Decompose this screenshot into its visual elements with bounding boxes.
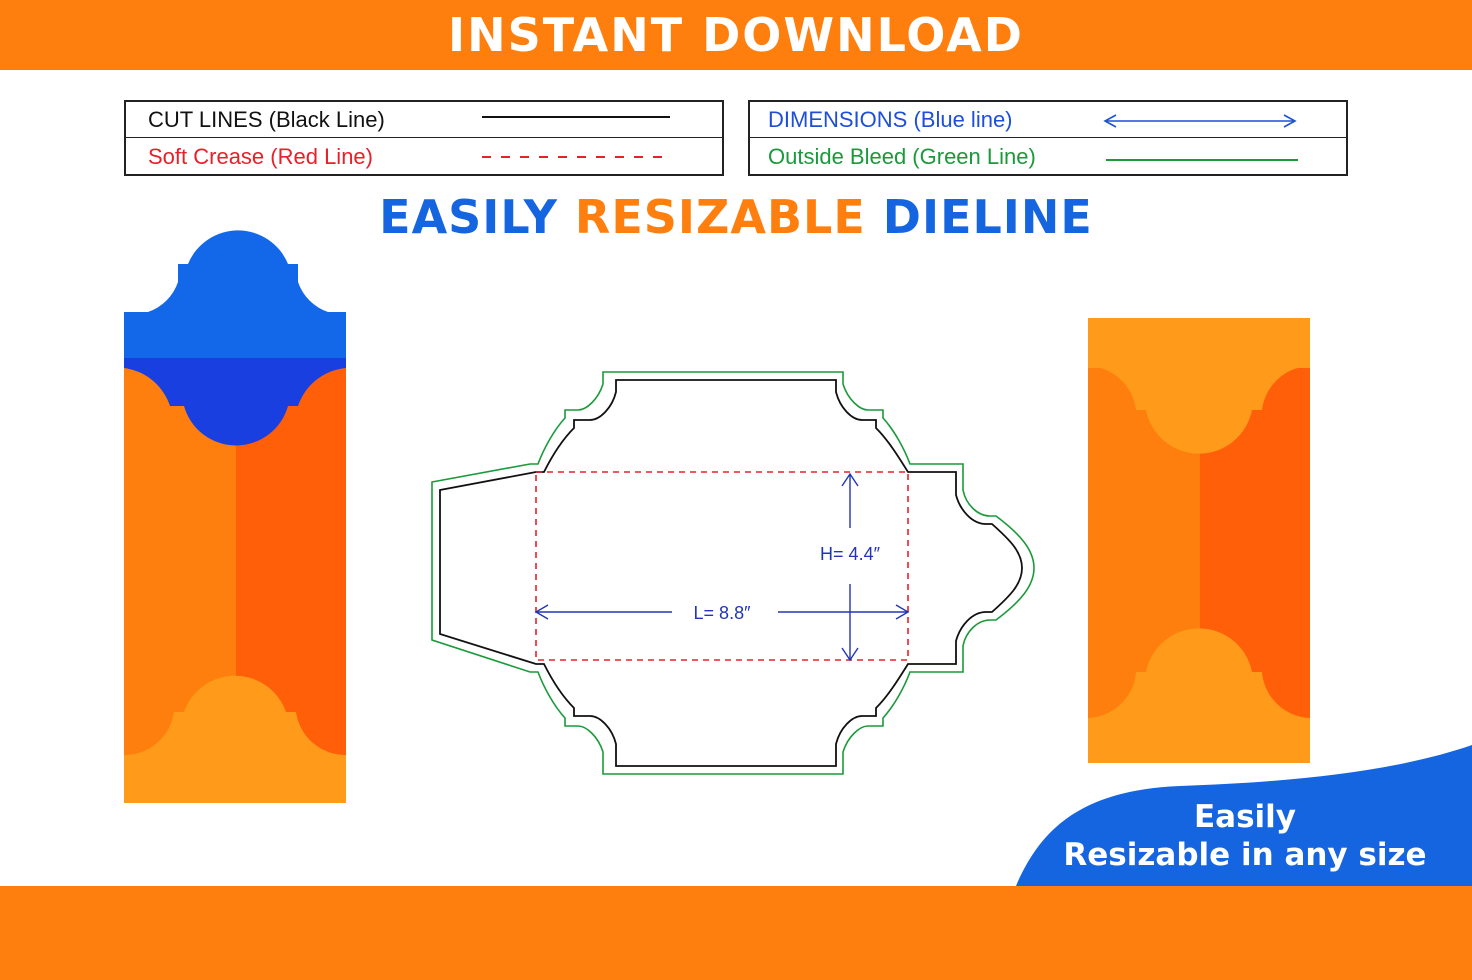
badge-line-1: Easily bbox=[1193, 799, 1296, 835]
height-dimension-arrow bbox=[841, 472, 859, 662]
length-label: L= 8.8″ bbox=[694, 603, 752, 623]
cut-line-outline bbox=[439, 379, 1023, 767]
blue-top-flap bbox=[124, 230, 346, 360]
legend-dimension-arrow-sample bbox=[1103, 114, 1297, 128]
dieline-template: H= 4.4″ L= 8.8″ bbox=[431, 371, 1035, 775]
box-mockup-left bbox=[124, 230, 346, 803]
crease-line-rectangle bbox=[535, 471, 909, 661]
box-mockup-right bbox=[1088, 318, 1310, 763]
height-label: H= 4.4″ bbox=[820, 544, 881, 564]
bleed-line-outline bbox=[431, 371, 1035, 775]
badge-line-2: Resizable in any size bbox=[1063, 837, 1427, 873]
